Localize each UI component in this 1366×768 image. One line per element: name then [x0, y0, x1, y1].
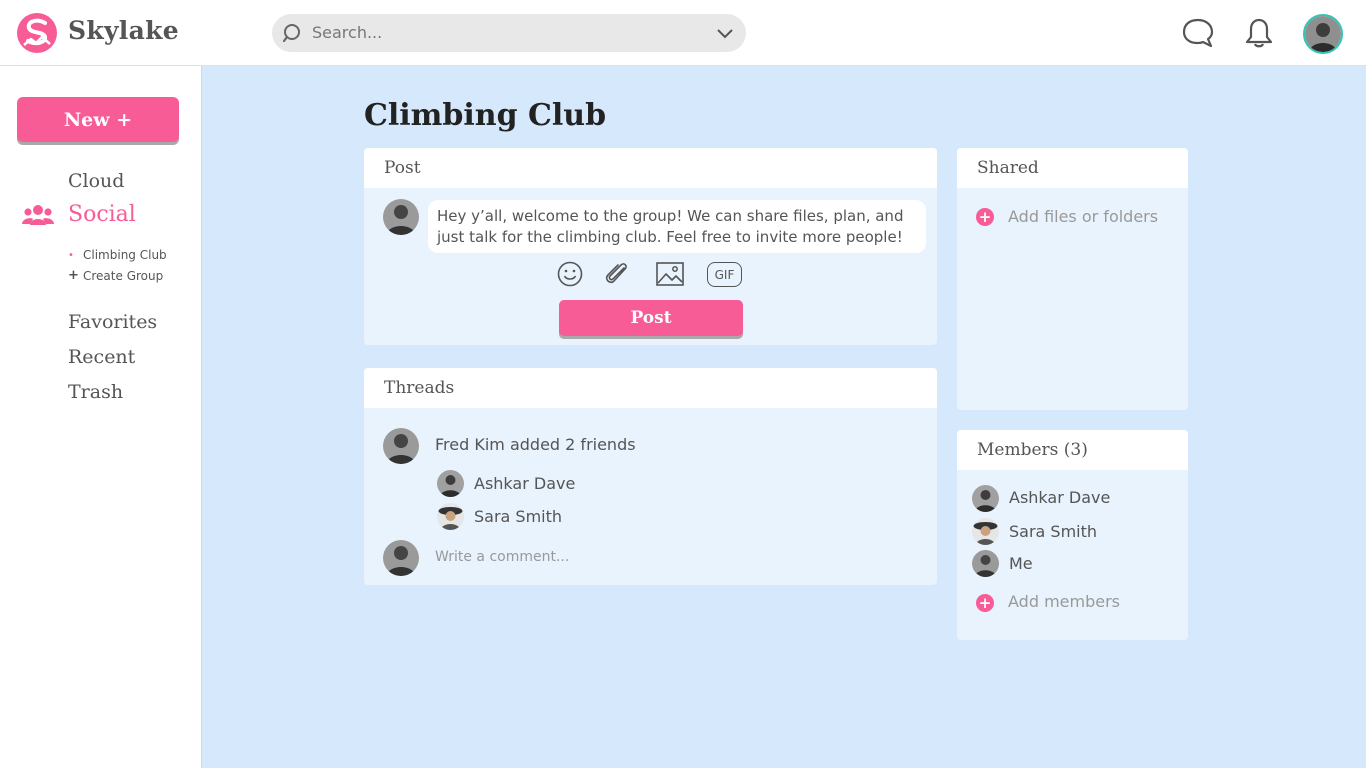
post-message-input[interactable]: Hey y’all, welcome to the group! We can … — [428, 200, 926, 253]
new-button[interactable]: New + — [17, 97, 179, 142]
user-avatar[interactable] — [1303, 14, 1343, 54]
thread-friend-name[interactable]: Sara Smith — [474, 507, 562, 526]
member-name[interactable]: Sara Smith — [1009, 522, 1097, 541]
search-input[interactable]: Search... — [312, 23, 382, 42]
sidebar-item-favorites[interactable]: Favorites — [68, 311, 157, 333]
shared-panel: Shared — [957, 148, 1188, 410]
sidebar-subitem-create-group[interactable]: + Create Group — [68, 268, 163, 283]
friend-avatar — [437, 503, 464, 530]
chat-icon[interactable] — [1182, 17, 1214, 49]
image-icon[interactable] — [655, 260, 685, 288]
comment-input[interactable]: Write a comment... — [435, 549, 569, 565]
member-name[interactable]: Me — [1009, 554, 1033, 573]
thread-author-avatar — [383, 428, 419, 464]
sidebar-subitem-climbing-club[interactable]: • Climbing Club — [68, 248, 167, 262]
add-members-icon[interactable]: + — [976, 594, 994, 612]
member-avatar — [972, 485, 999, 512]
add-members-button[interactable]: Add members — [1008, 592, 1120, 611]
sidebar-item-recent[interactable]: Recent — [68, 346, 135, 368]
sidebar: New + Cloud Social • Climbing Club + Cre… — [0, 66, 202, 768]
sidebar-item-social[interactable]: Social — [68, 202, 136, 227]
emoji-icon[interactable] — [556, 260, 584, 288]
members-panel-header: Members (3) — [957, 430, 1188, 470]
search-icon — [282, 24, 300, 43]
page-title: Climbing Club — [364, 98, 607, 133]
bullet-marker: • — [68, 249, 74, 261]
shared-panel-header: Shared — [957, 148, 1188, 188]
thread-activity-text: Fred Kim added 2 friends — [435, 435, 636, 454]
author-avatar — [383, 199, 419, 235]
member-avatar — [972, 518, 999, 545]
friend-avatar — [437, 470, 464, 497]
chevron-down-icon[interactable] — [716, 26, 734, 40]
sidebar-subitem-label: Create Group — [83, 268, 164, 283]
skylake-logo-icon[interactable] — [16, 12, 58, 54]
sidebar-item-cloud[interactable]: Cloud — [68, 170, 124, 192]
gif-button[interactable]: GIF — [707, 262, 742, 287]
thread-friend-name[interactable]: Ashkar Dave — [474, 474, 575, 493]
add-files-button[interactable]: Add files or folders — [1008, 207, 1158, 226]
member-name[interactable]: Ashkar Dave — [1009, 488, 1110, 507]
top-bar: Skylake Search... — [0, 0, 1366, 66]
user-avatar-image — [1305, 16, 1341, 52]
app-name: Skylake — [68, 16, 179, 45]
threads-panel-header: Threads — [364, 368, 937, 408]
post-panel-header: Post — [364, 148, 937, 188]
social-group-icon — [22, 205, 54, 225]
attachment-icon[interactable] — [603, 260, 631, 288]
sidebar-item-trash[interactable]: Trash — [68, 381, 123, 403]
member-avatar — [972, 550, 999, 577]
bell-icon[interactable] — [1243, 17, 1275, 49]
commenter-avatar — [383, 540, 419, 576]
search-bar[interactable]: Search... — [272, 14, 746, 52]
post-button[interactable]: Post — [559, 300, 743, 336]
sidebar-subitem-label: Climbing Club — [83, 248, 167, 262]
plus-icon: + — [68, 268, 79, 283]
add-files-icon[interactable]: + — [976, 208, 994, 226]
